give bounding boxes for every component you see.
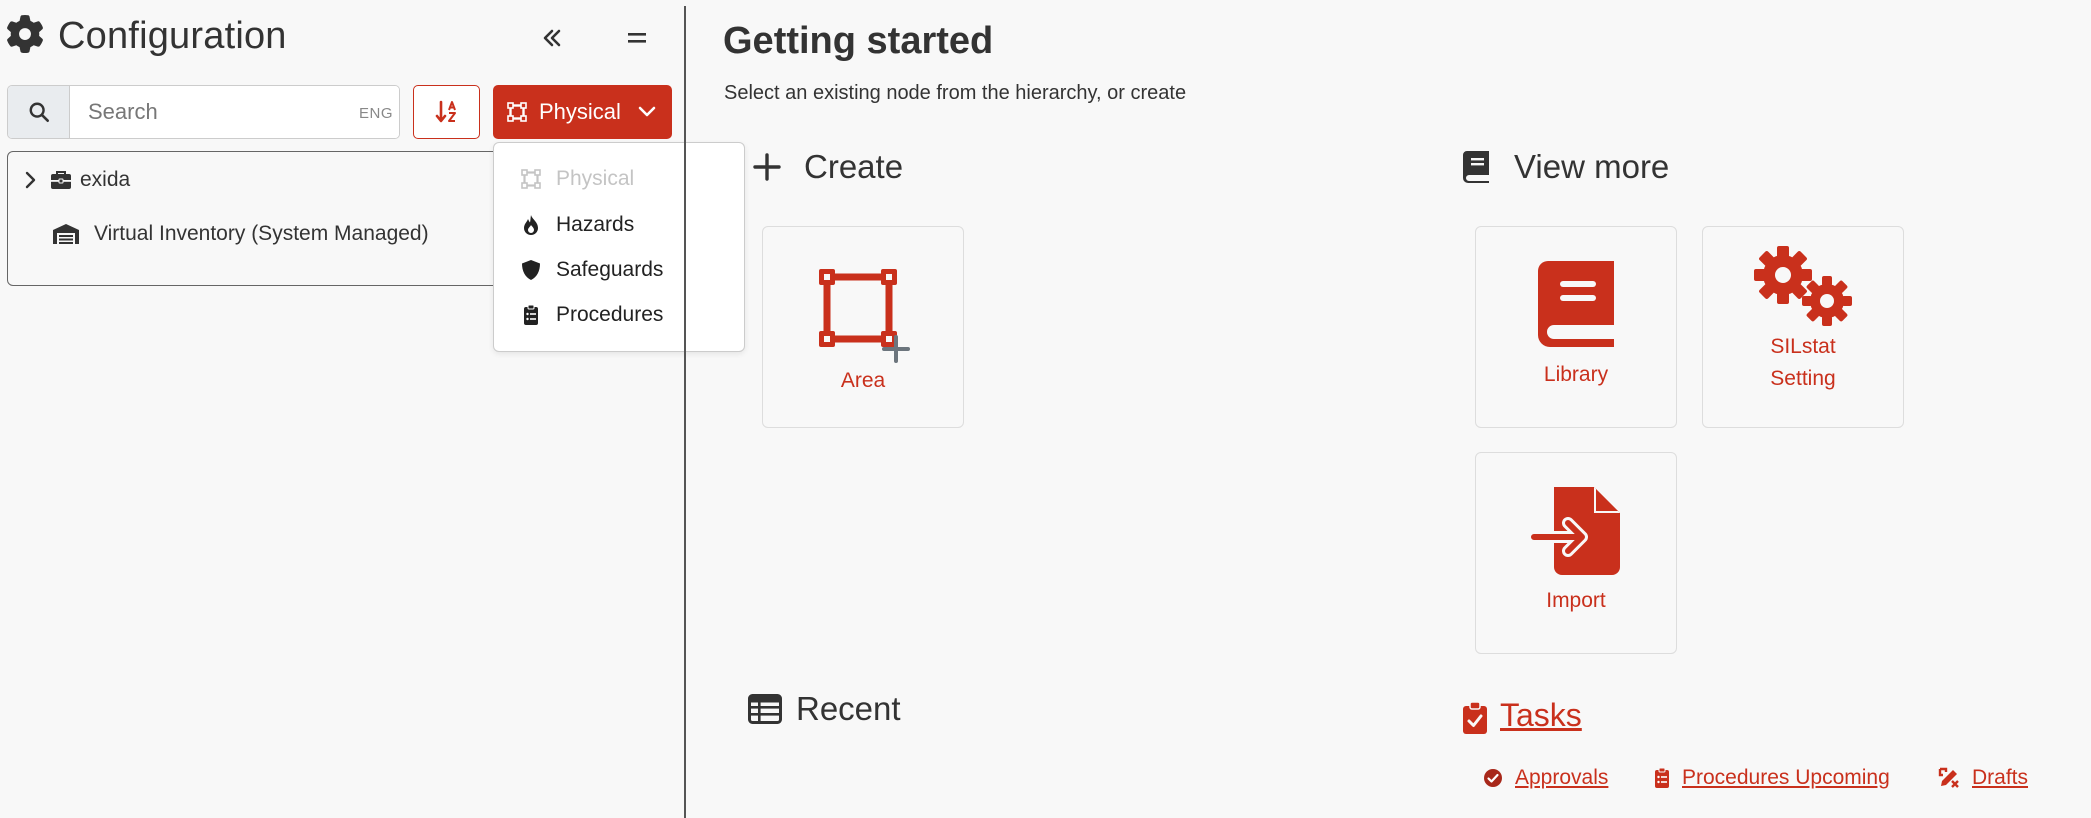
card-label-line1: SILstat — [1770, 335, 1836, 358]
chevron-right-icon[interactable] — [24, 171, 40, 189]
tree-item-exida[interactable]: exida — [24, 168, 130, 192]
approvals-link[interactable]: Approvals — [1483, 766, 1608, 790]
page-subtitle: Select an existing node from the hierarc… — [724, 82, 1187, 104]
sort-alpha-down-icon — [435, 100, 456, 123]
sidebar: Configuration ENG Physical — [0, 0, 745, 818]
briefcase-icon — [50, 170, 72, 190]
pen-ruler-icon — [1938, 767, 1960, 789]
clipboard-list-icon — [1654, 767, 1670, 789]
view-menu-item-hazards[interactable]: Hazards — [520, 213, 634, 237]
view-selector-label: Physical — [539, 99, 621, 124]
sidebar-title: Configuration — [58, 14, 287, 57]
shield-icon — [520, 259, 542, 281]
create-heading-label: Create — [804, 148, 904, 185]
silstat-setting-card[interactable]: SILstat Setting — [1702, 226, 1904, 428]
search-group: ENG — [7, 85, 400, 139]
view-menu-item-physical: Physical — [520, 167, 634, 191]
clipboard-check-icon — [1462, 701, 1488, 735]
drafts-link-label: Drafts — [1972, 766, 2029, 789]
circle-check-icon — [1483, 768, 1503, 788]
book-icon — [1536, 259, 1616, 349]
sidebar-header: Configuration — [6, 12, 287, 60]
view-dropdown-menu: Physical Hazards Safeguards Procedures — [493, 142, 745, 352]
card-label: Area — [840, 369, 886, 392]
view-menu-item-label: Physical — [556, 167, 635, 190]
fire-icon — [520, 214, 542, 236]
recent-heading-label: Recent — [796, 690, 901, 727]
plus-icon — [752, 152, 782, 182]
approvals-link-label: Approvals — [1515, 766, 1609, 789]
pane-divider[interactable] — [684, 6, 686, 818]
procedures-upcoming-link-label: Procedures Upcoming — [1682, 766, 1890, 789]
view-selector-button[interactable]: Physical — [493, 85, 672, 139]
view-menu-item-label: Procedures — [556, 303, 664, 326]
tree-item-label: Virtual Inventory (System Managed) — [94, 222, 429, 245]
file-import-icon — [1530, 485, 1622, 577]
tree-item-virtual-inventory[interactable]: Virtual Inventory (System Managed) — [52, 222, 429, 246]
search-icon[interactable] — [8, 86, 70, 138]
menu-button[interactable] — [620, 20, 654, 56]
equals-icon — [628, 33, 646, 43]
library-card[interactable]: Library — [1475, 226, 1677, 428]
book-icon — [1462, 150, 1492, 184]
tasks-link[interactable]: Tasks — [1500, 697, 1582, 734]
view-menu-item-label: Hazards — [556, 213, 635, 236]
chevron-down-icon — [637, 105, 657, 119]
create-area-card[interactable]: Area — [762, 226, 964, 428]
drafts-link[interactable]: Drafts — [1938, 766, 2028, 790]
view-menu-item-procedures[interactable]: Procedures — [520, 303, 663, 327]
area-add-icon — [813, 263, 913, 363]
table-list-icon — [748, 694, 782, 724]
sort-button[interactable] — [413, 85, 480, 139]
view-menu-item-label: Safeguards — [556, 258, 664, 281]
warehouse-icon — [52, 223, 80, 245]
collapse-sidebar-button[interactable] — [536, 20, 568, 56]
gears-icon — [1747, 241, 1859, 331]
card-label-line2: Setting — [1770, 367, 1836, 390]
recent-heading: Recent — [748, 690, 901, 728]
card-label: Library — [1543, 363, 1609, 386]
vector-square-icon — [520, 169, 542, 189]
card-label: Import — [1546, 589, 1606, 612]
double-chevron-left-icon — [543, 29, 561, 47]
view-more-heading: View more — [1462, 148, 1669, 186]
view-more-heading-label: View more — [1514, 148, 1670, 185]
procedures-upcoming-link[interactable]: Procedures Upcoming — [1654, 766, 1890, 790]
import-card[interactable]: Import — [1475, 452, 1677, 654]
page-title: Getting started — [723, 20, 994, 62]
gear-icon — [6, 14, 44, 58]
input-language-indicator: ENG — [358, 105, 393, 122]
create-heading: Create — [752, 148, 903, 186]
view-menu-item-safeguards[interactable]: Safeguards — [520, 258, 663, 282]
search-input[interactable] — [70, 86, 399, 138]
vector-square-icon — [507, 102, 527, 122]
hierarchy-tree: exida Virtual Inventory (System Managed) — [7, 151, 504, 286]
clipboard-list-icon — [520, 304, 542, 326]
tree-item-label: exida — [80, 168, 131, 191]
